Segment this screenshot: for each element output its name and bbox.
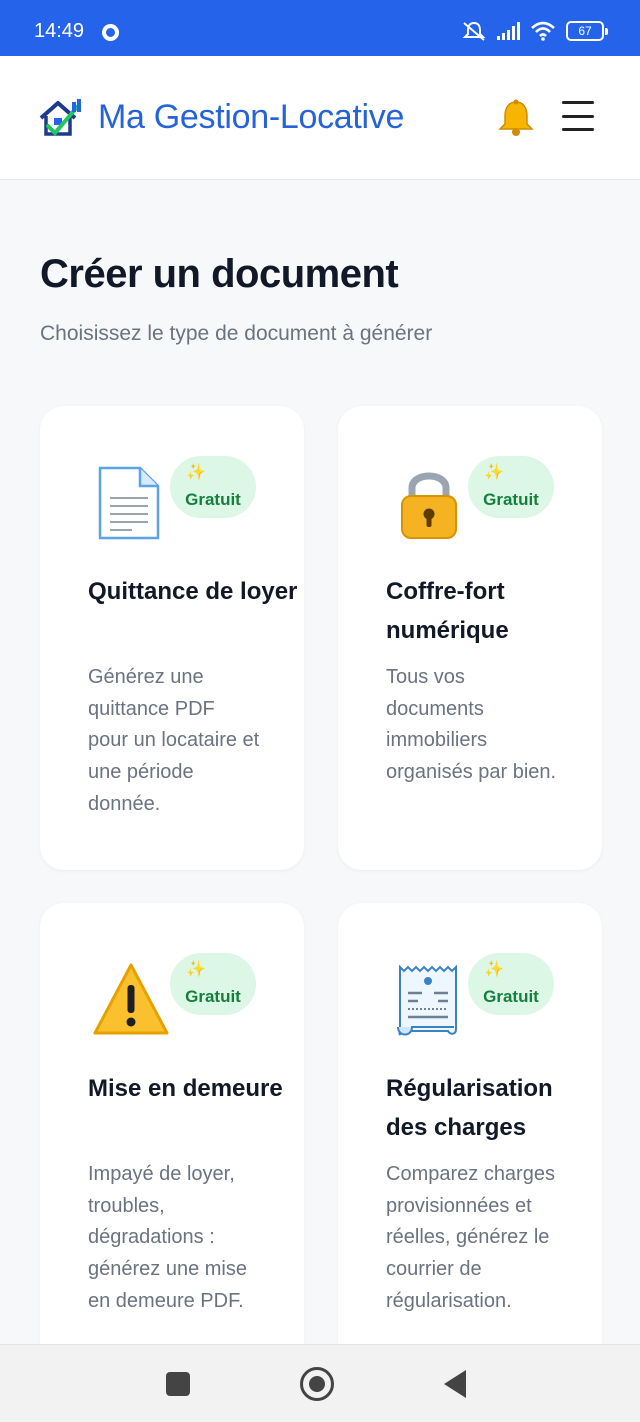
sparkles-icon: ✨ [484, 961, 504, 978]
padlock-icon [401, 472, 457, 539]
card-description: Impayé de loyer, troubles, dégradations … [88, 1163, 247, 1312]
card-title: Quittance de loyer [88, 578, 298, 605]
card-title: Coffre-fort numérique [386, 578, 509, 644]
card-description: Comparez charges provisionnées et réelle… [386, 1163, 555, 1312]
app-header: Ma Gestion-Locative [0, 56, 640, 180]
page-title: Créer un document [40, 252, 399, 296]
wifi-icon [531, 21, 555, 41]
card-quittance[interactable]: ✨ Gratuit Quittance de loyer Générez une… [40, 406, 304, 870]
card-description: Générez une quittance PDF pour un locata… [88, 666, 260, 815]
system-nav-bar [0, 1344, 640, 1422]
badge-label: Gratuit [483, 490, 539, 509]
card-title: Mise en demeure [88, 1075, 283, 1102]
warning-icon [93, 963, 169, 1035]
receipt-icon [397, 964, 457, 1036]
card-description: Tous vos documents immobiliers organisés… [386, 666, 557, 784]
card-coffre-fort[interactable]: ✨ Gratuit Coffre-fort numérique Tous vos… [338, 406, 602, 870]
back-icon[interactable] [444, 1370, 466, 1398]
badge-label: Gratuit [483, 987, 539, 1006]
signal-icon [497, 22, 520, 40]
hamburger-menu-icon[interactable] [562, 101, 594, 131]
free-badge: ✨ Gratuit [468, 953, 554, 1015]
document-icon [98, 466, 160, 540]
status-icons: 67 [461, 20, 608, 42]
app-title[interactable]: Ma Gestion-Locative [98, 98, 404, 137]
card-regularisation[interactable]: ✨ Gratuit Régularisation des charges Com… [338, 903, 602, 1403]
house-chart-logo-icon[interactable] [38, 98, 82, 138]
free-badge: ✨ Gratuit [170, 953, 256, 1015]
sparkles-icon: ✨ [186, 464, 206, 481]
card-title: Régularisation des charges [386, 1075, 553, 1141]
badge-label: Gratuit [185, 987, 241, 1006]
page-subtitle: Choisissez le type de document à générer [40, 322, 433, 345]
badge-label: Gratuit [185, 490, 241, 509]
recent-apps-icon[interactable] [166, 1372, 190, 1396]
mute-icon [462, 21, 486, 41]
sparkles-icon: ✨ [186, 961, 206, 978]
home-icon[interactable] [300, 1367, 334, 1401]
notification-icon [102, 24, 119, 41]
free-badge: ✨ Gratuit [170, 456, 256, 518]
battery-icon: 67 [566, 21, 608, 41]
status-bar: 14:49 67 [0, 0, 640, 56]
card-mise-en-demeure[interactable]: ✨ Gratuit Mise en demeure Impayé de loye… [40, 903, 304, 1403]
bell-icon[interactable] [496, 98, 536, 138]
status-time: 14:49 [34, 20, 85, 42]
free-badge: ✨ Gratuit [468, 456, 554, 518]
sparkles-icon: ✨ [484, 464, 504, 481]
